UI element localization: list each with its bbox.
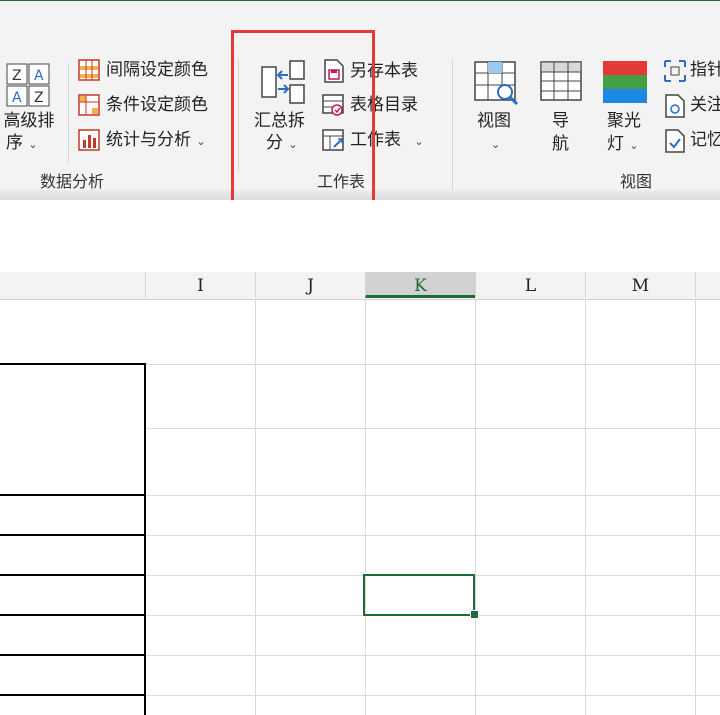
formula-bar-area — [0, 200, 720, 258]
group-label-worksheet: 工作表 — [317, 172, 366, 191]
column-header-i[interactable]: I — [145, 272, 255, 298]
divider — [68, 63, 69, 163]
save-sheet-icon — [322, 59, 346, 87]
summary-split-button-line2[interactable]: 分 ⌄ — [266, 133, 298, 155]
column-header-m[interactable]: M — [585, 272, 695, 298]
table-directory-button[interactable]: 表格目录 — [350, 95, 418, 115]
gridline — [475, 299, 476, 715]
advanced-sort-button-line2[interactable]: 序 ⌄ — [6, 133, 38, 155]
divider — [238, 59, 239, 171]
condition-color-icon — [78, 94, 100, 120]
gridline — [145, 655, 720, 656]
pointer-button[interactable]: 指针 — [690, 60, 720, 80]
chevron-down-icon[interactable]: ⌄ — [288, 138, 297, 151]
fill-handle[interactable] — [470, 610, 479, 619]
gridline — [585, 299, 586, 715]
table-border — [0, 694, 146, 696]
table-border — [0, 494, 146, 496]
chevron-down-icon[interactable]: ⌄ — [196, 135, 205, 148]
svg-text:A: A — [34, 68, 44, 84]
ribbon: Z A A Z 高级排 序 ⌄ 间隔设定颜色 条件设定颜色 统计与分析 ⌄ 数据… — [0, 0, 720, 198]
navigation-grid-icon[interactable] — [540, 61, 584, 109]
spotlight-button-line2[interactable]: 灯 ⌄ — [607, 134, 639, 156]
group-label-view: 视图 — [620, 172, 653, 191]
navigation-button[interactable]: 导 — [552, 111, 569, 131]
advanced-sort-label-1: 高级排 — [3, 111, 55, 131]
statistics-icon — [78, 129, 100, 155]
advanced-sort-button[interactable]: 高级排 — [0, 111, 58, 131]
worksheet-label: 工作表 — [350, 130, 401, 150]
column-header-blank[interactable] — [0, 272, 145, 298]
ribbon-shadow — [0, 190, 720, 200]
column-header-j[interactable]: J — [255, 272, 365, 298]
navigation-label-1: 导 — [552, 111, 569, 131]
svg-text:A: A — [12, 90, 22, 106]
gridline — [145, 535, 720, 536]
column-header-k[interactable]: K — [365, 272, 475, 298]
table-border — [0, 363, 146, 365]
cell-grid[interactable] — [0, 299, 720, 715]
gridline — [145, 495, 720, 496]
gridline — [145, 695, 720, 696]
chevron-down-icon[interactable]: ⌄ — [28, 138, 37, 151]
worksheet-button[interactable]: 工作表 ⌄ — [350, 130, 424, 152]
view-button[interactable]: 视图 — [477, 111, 511, 131]
gridline — [695, 299, 696, 715]
chevron-down-icon[interactable]: ⌄ — [491, 135, 500, 155]
chevron-down-icon[interactable]: ⌄ — [629, 139, 638, 152]
statistics-button[interactable]: 统计与分析 ⌄ — [106, 130, 206, 152]
column-headers: I J K L M — [0, 272, 720, 300]
interval-color-button[interactable]: 间隔设定颜色 — [106, 60, 208, 80]
table-directory-icon — [322, 94, 346, 122]
summary-split-button[interactable]: 汇总拆 — [254, 111, 305, 131]
sort-az-icon[interactable]: Z A A Z — [6, 63, 50, 111]
svg-text:Z: Z — [12, 68, 22, 84]
group-label-data-analysis: 数据分析 — [40, 172, 105, 191]
gridline — [365, 299, 366, 715]
svg-text:Z: Z — [34, 90, 44, 106]
column-header-l[interactable]: L — [475, 272, 585, 298]
table-border — [0, 534, 146, 536]
spotlight-label-1: 聚光 — [607, 111, 641, 131]
gridline — [145, 428, 720, 429]
spotlight-button[interactable]: 聚光 — [607, 111, 641, 131]
table-border — [0, 654, 146, 656]
active-cell[interactable] — [363, 574, 475, 616]
follow-icon — [663, 94, 687, 122]
advanced-sort-label-2: 序 — [6, 133, 23, 153]
memory-icon — [663, 129, 687, 157]
summary-split-label-2: 分 — [266, 133, 283, 153]
summary-split-icon[interactable] — [260, 59, 306, 109]
interval-color-icon — [78, 59, 100, 85]
spotlight-icon[interactable] — [603, 61, 647, 109]
spotlight-label-2: 灯 — [607, 134, 624, 154]
column-header-next[interactable] — [695, 272, 720, 298]
table-border — [144, 363, 146, 715]
pointer-icon — [663, 59, 687, 87]
condition-color-button[interactable]: 条件设定颜色 — [106, 95, 208, 115]
follow-button[interactable]: 关注 — [690, 95, 720, 115]
chevron-down-icon[interactable]: ⌄ — [414, 135, 423, 148]
divider — [452, 59, 453, 191]
view-icon[interactable] — [474, 61, 520, 111]
table-border — [0, 574, 146, 576]
save-sheet-button[interactable]: 另存本表 — [350, 61, 418, 81]
memory-button[interactable]: 记忆 — [690, 130, 720, 150]
gridline — [145, 364, 720, 365]
worksheet-icon — [322, 129, 346, 157]
table-border — [0, 614, 146, 616]
statistics-label: 统计与分析 — [106, 130, 191, 150]
navigation-button-line2[interactable]: 航 — [552, 134, 569, 154]
gridline — [255, 299, 256, 715]
summary-split-label-1: 汇总拆 — [254, 111, 305, 131]
